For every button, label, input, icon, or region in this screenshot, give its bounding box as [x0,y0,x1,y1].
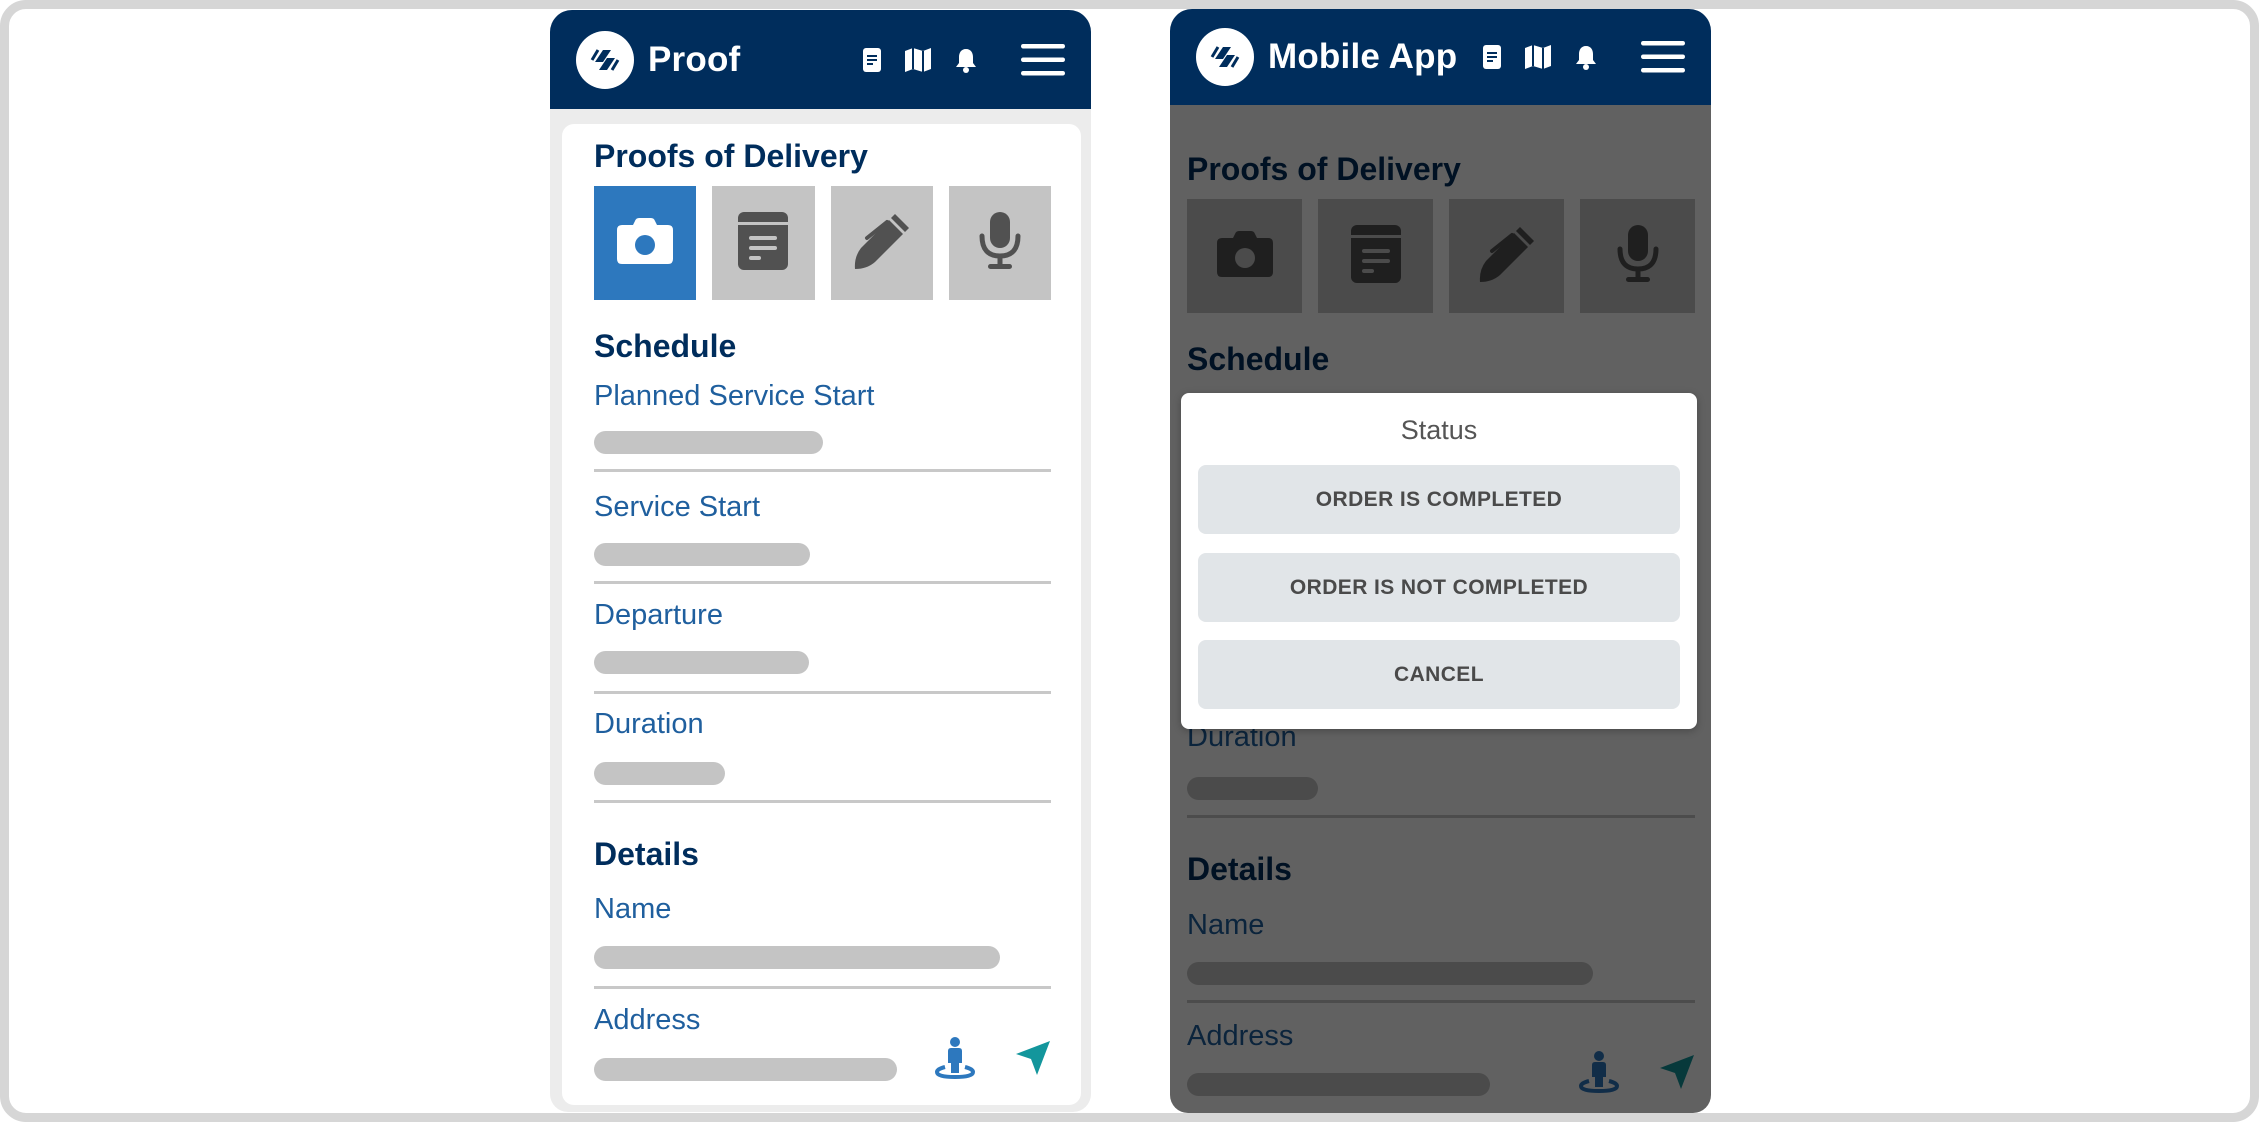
microphone-icon [978,211,1022,275]
proof-tiles [594,186,1051,300]
divider [594,986,1051,989]
field-value-name [594,946,1000,969]
order-completed-button[interactable]: ORDER IS COMPLETED [1198,465,1680,534]
field-value-duration [594,762,725,785]
field-label-name: Name [594,893,672,925]
divider [594,469,1051,472]
screenshot-frame [0,0,2259,1122]
proofs-of-delivery-title: Proofs of Delivery [594,138,868,174]
bell-icon[interactable] [955,47,977,73]
menu-icon[interactable] [1021,43,1065,76]
field-label-planned-service-start: Planned Service Start [594,380,875,412]
street-view-icon[interactable] [934,1037,976,1084]
order-card: Proofs of Delivery Schedule Planned Serv… [562,124,1081,1105]
field-value-departure [594,651,809,674]
app-logo-icon [576,30,634,89]
field-value-address [594,1058,897,1081]
camera-icon [617,217,674,269]
app-title: Mobile App [1268,37,1458,76]
divider [594,581,1051,584]
phone-screen-mobile-app: Mobile App Proofs of Delivery [1170,9,1711,1113]
field-label-address: Address [594,1004,701,1036]
navigate-icon[interactable] [1015,1040,1051,1081]
app-header: Mobile App [1170,9,1711,105]
map-icon[interactable] [905,47,931,72]
document-icon[interactable] [863,47,881,72]
field-label-departure: Departure [594,599,723,631]
order-not-completed-button[interactable]: ORDER IS NOT COMPLETED [1198,553,1680,622]
divider [594,691,1051,694]
menu-icon[interactable] [1641,41,1685,73]
field-label-service-start: Service Start [594,491,760,523]
document-icon[interactable] [1483,45,1501,69]
field-value-planned-service-start [594,431,823,454]
status-dialog: Status ORDER IS COMPLETED ORDER IS NOT C… [1181,393,1697,729]
proof-tile-signature[interactable] [830,186,933,300]
bell-icon[interactable] [1575,44,1597,70]
proof-tile-camera[interactable] [594,186,697,300]
schedule-title: Schedule [594,328,737,364]
field-label-duration: Duration [594,708,704,740]
proof-tile-note[interactable] [712,186,815,300]
note-icon [738,211,789,275]
field-value-service-start [594,543,810,566]
dialog-title: Status [1400,415,1478,445]
pen-icon [853,212,911,275]
details-title: Details [594,836,699,872]
cancel-button[interactable]: CANCEL [1198,640,1680,709]
divider [594,800,1051,803]
phone-screen-proof: Proof Proofs of Delivery Schedule Planne… [550,10,1091,1112]
app-logo-icon [1196,28,1254,86]
proof-tile-voice[interactable] [948,186,1051,300]
app-title: Proof [648,39,741,79]
map-icon[interactable] [1525,45,1551,69]
app-header: Proof [550,10,1091,109]
